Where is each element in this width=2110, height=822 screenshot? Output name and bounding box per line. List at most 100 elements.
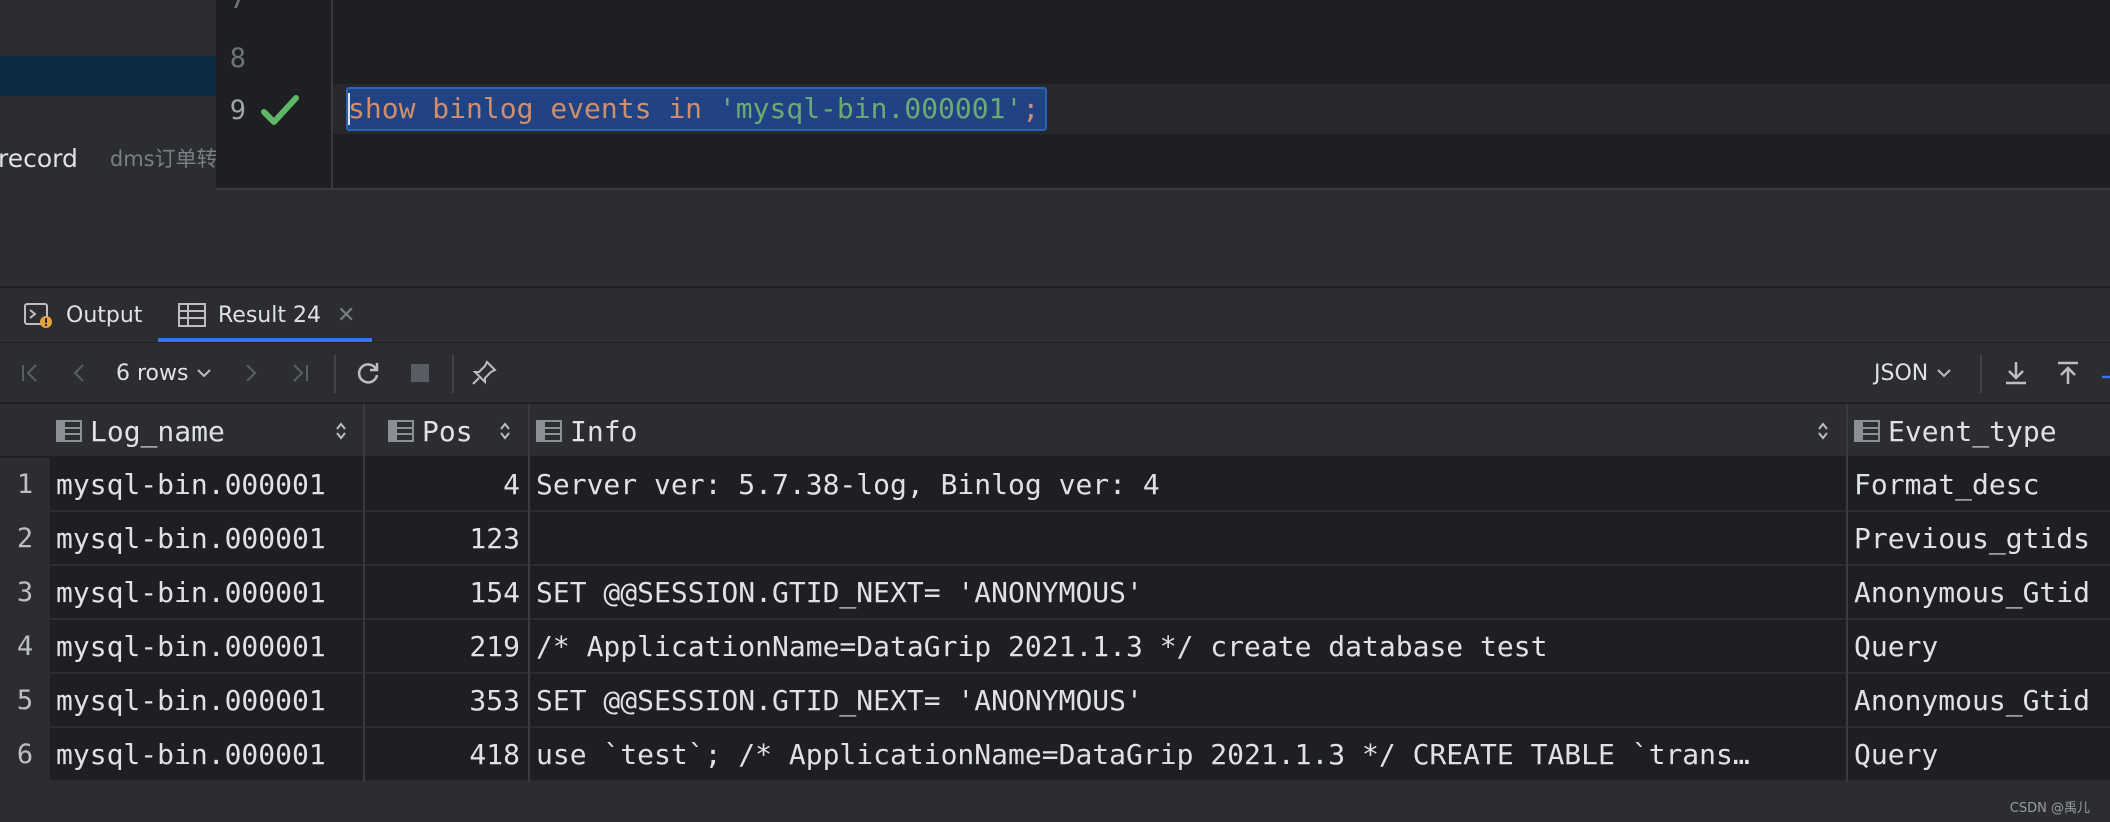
panel-spacer: [0, 190, 2110, 286]
column-header-log-name[interactable]: Log_name: [56, 404, 225, 458]
left-panel-item-label: record: [0, 143, 78, 173]
cell-info[interactable]: use `test`; /* ApplicationName=DataGrip …: [536, 728, 1836, 780]
check-icon: [261, 95, 299, 125]
cell-log-name[interactable]: mysql-bin.000001: [56, 566, 356, 618]
tab-result-label: Result 24: [218, 302, 321, 328]
sort-icon[interactable]: [498, 420, 512, 442]
row-number: 4: [0, 620, 50, 672]
column-divider: [1846, 458, 1848, 782]
first-page-icon[interactable]: [12, 343, 48, 403]
row-number: 6: [0, 728, 50, 780]
table-row[interactable]: 2 mysql-bin.000001 123 Previous_gtids: [0, 512, 2110, 566]
rows-count-dropdown[interactable]: 6 rows: [116, 343, 212, 403]
column-header-label: Log_name: [90, 414, 225, 448]
left-panel-item[interactable]: record dms订单转: [0, 138, 216, 178]
tab-result[interactable]: Result 24 ✕: [158, 288, 375, 342]
refresh-icon[interactable]: [350, 343, 386, 403]
line-number: 9: [229, 95, 246, 126]
cell-log-name[interactable]: mysql-bin.000001: [56, 458, 356, 510]
column-icon: [536, 420, 562, 442]
tab-output-label: Output: [66, 302, 143, 328]
cell-info[interactable]: SET @@SESSION.GTID_NEXT= 'ANONYMOUS': [536, 566, 1836, 618]
cell-pos[interactable]: 154: [366, 566, 520, 618]
column-divider[interactable]: [528, 404, 530, 458]
chevron-down-icon: [1937, 369, 1951, 378]
keyword-in: in: [668, 92, 703, 125]
cell-log-name[interactable]: mysql-bin.000001: [56, 512, 356, 564]
status-area: CSDN @禹儿: [0, 782, 2110, 822]
column-header-label: Event_type: [1888, 414, 2057, 448]
keyword-binlog: binlog: [432, 92, 534, 125]
cell-event-type[interactable]: Anonymous_Gtid: [1854, 566, 2110, 618]
stop-icon[interactable]: [402, 343, 438, 403]
close-icon[interactable]: ✕: [337, 303, 355, 328]
cell-info[interactable]: [536, 512, 1836, 564]
cell-log-name[interactable]: mysql-bin.000001: [56, 674, 356, 726]
keyword-show: show: [348, 92, 416, 125]
table-row[interactable]: 3 mysql-bin.000001 154 SET @@SESSION.GTI…: [0, 566, 2110, 620]
cell-info[interactable]: Server ver: 5.7.38-log, Binlog ver: 4: [536, 458, 1836, 510]
result-grid: Log_name Pos Info Event_type 1 mysql-bin…: [0, 404, 2110, 782]
column-divider[interactable]: [363, 404, 365, 458]
sql-editor[interactable]: 7 8 9 show binlog events in 'mysql-bin.0…: [216, 0, 2110, 190]
cell-pos[interactable]: 123: [366, 512, 520, 564]
grid-header: Log_name Pos Info Event_type: [0, 404, 2110, 458]
upload-icon[interactable]: [2050, 343, 2086, 403]
cell-pos[interactable]: 353: [366, 674, 520, 726]
export-format-label: JSON: [1874, 360, 1929, 386]
row-number: 1: [0, 458, 50, 510]
cell-pos[interactable]: 219: [366, 620, 520, 672]
cell-info[interactable]: SET @@SESSION.GTID_NEXT= 'ANONYMOUS': [536, 674, 1836, 726]
table-row[interactable]: 1 mysql-bin.000001 4 Server ver: 5.7.38-…: [0, 458, 2110, 512]
sort-icon[interactable]: [1816, 420, 1830, 442]
column-header-label: Info: [570, 414, 638, 448]
toolbar-separator: [452, 355, 454, 393]
column-divider[interactable]: [1846, 404, 1848, 458]
result-toolbar: 6 rows JSON: [0, 342, 2110, 404]
column-divider: [528, 458, 530, 782]
more-actions-icon[interactable]: [2098, 343, 2110, 403]
code-line-9[interactable]: show binlog events in 'mysql-bin.000001'…: [346, 87, 1048, 131]
tab-output[interactable]: Output: [24, 288, 142, 342]
toolbar-separator: [1980, 355, 1982, 393]
column-header-event-type[interactable]: Event_type: [1854, 404, 2057, 458]
pin-tab-icon[interactable]: [466, 343, 502, 403]
cell-event-type[interactable]: Anonymous_Gtid: [1854, 674, 2110, 726]
cell-pos[interactable]: 4: [366, 458, 520, 510]
row-number: 2: [0, 512, 50, 564]
cell-info[interactable]: /* ApplicationName=DataGrip 2021.1.3 */ …: [536, 620, 1836, 672]
table-row[interactable]: 5 mysql-bin.000001 353 SET @@SESSION.GTI…: [0, 674, 2110, 728]
cell-event-type[interactable]: Previous_gtids: [1854, 512, 2110, 564]
column-header-pos[interactable]: Pos: [388, 404, 473, 458]
download-icon[interactable]: [1998, 343, 2034, 403]
left-panel-selected-row[interactable]: [0, 56, 216, 96]
cell-log-name[interactable]: mysql-bin.000001: [56, 620, 356, 672]
rows-count-label: 6 rows: [116, 360, 189, 386]
column-header-info[interactable]: Info: [536, 404, 637, 458]
cell-event-type[interactable]: Query: [1854, 620, 2110, 672]
next-page-icon[interactable]: [232, 343, 268, 403]
cell-pos[interactable]: 418: [366, 728, 520, 780]
chevron-down-icon: [197, 369, 212, 378]
text-caret: [348, 93, 350, 125]
row-number: 3: [0, 566, 50, 618]
toolbar-separator: [334, 355, 336, 393]
export-format-dropdown[interactable]: JSON: [1874, 343, 1952, 403]
editor-gutter: 7 8 9: [216, 0, 331, 190]
last-page-icon[interactable]: [282, 343, 318, 403]
sort-icon[interactable]: [334, 420, 348, 442]
services-tab-bar: Output Result 24 ✕: [0, 288, 2110, 342]
output-console-icon: [24, 303, 52, 328]
line-number: 7: [216, 0, 246, 15]
column-divider: [363, 458, 365, 782]
column-icon: [1854, 420, 1880, 442]
table-row[interactable]: 4 mysql-bin.000001 219 /* ApplicationNam…: [0, 620, 2110, 674]
previous-page-icon[interactable]: [62, 343, 98, 403]
table-row[interactable]: 6 mysql-bin.000001 418 use `test`; /* Ap…: [0, 728, 2110, 782]
cell-log-name[interactable]: mysql-bin.000001: [56, 728, 356, 780]
cell-event-type[interactable]: Format_desc: [1854, 458, 2110, 510]
cell-event-type[interactable]: Query: [1854, 728, 2110, 780]
watermark: CSDN @禹儿: [2009, 801, 2090, 816]
column-icon: [388, 420, 414, 442]
row-number: 5: [0, 674, 50, 726]
